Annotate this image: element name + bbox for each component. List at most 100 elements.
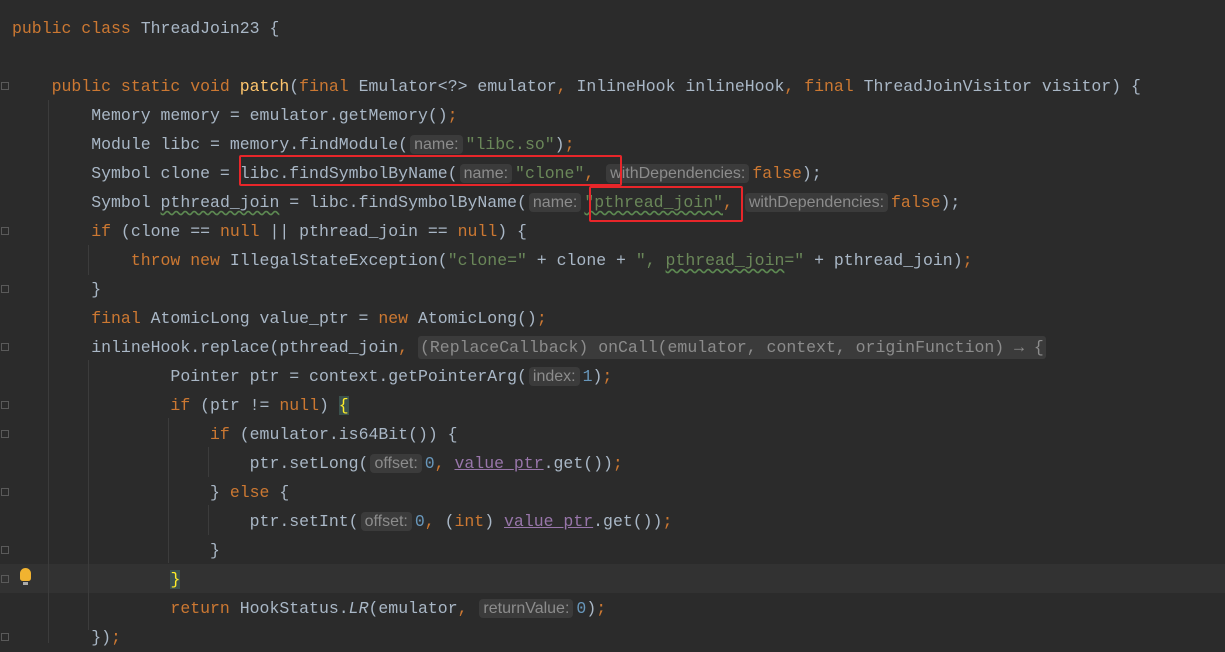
- highlight-box-clone: [239, 155, 622, 186]
- code-token: false: [752, 164, 802, 183]
- code-token: ;: [662, 512, 673, 531]
- code-token: ,: [434, 454, 455, 473]
- code-token: LR: [348, 599, 369, 618]
- code-line[interactable]: });: [12, 623, 121, 652]
- code-token: pthread_join: [160, 193, 280, 212]
- code-token: ;: [536, 309, 547, 328]
- code-token: (emulator.is64Bit()) {: [239, 425, 458, 444]
- code-token: (emulator: [368, 599, 458, 618]
- code-token: ): [318, 396, 339, 415]
- fold-marker-icon[interactable]: [1, 82, 9, 90]
- code-token: if: [12, 425, 240, 444]
- fold-marker-icon[interactable]: [1, 575, 9, 583]
- code-token: ;: [111, 628, 121, 647]
- code-token: 1: [582, 367, 593, 386]
- code-token: ): [592, 367, 603, 386]
- code-token: }): [12, 628, 112, 647]
- parameter-hint: name:: [528, 193, 582, 212]
- fold-marker-icon[interactable]: [1, 633, 9, 641]
- code-token: ,: [424, 512, 445, 531]
- code-line[interactable]: public class ThreadJoin23 {: [12, 14, 279, 43]
- code-token: }: [12, 483, 230, 502]
- code-token: ): [484, 512, 505, 531]
- code-token: }: [12, 280, 102, 299]
- code-token: .get()): [543, 454, 613, 473]
- code-line[interactable]: Pointer ptr = context.getPointerArg(inde…: [12, 362, 612, 391]
- code-token: false: [891, 193, 941, 212]
- code-token: InlineHook inlineHook: [576, 77, 785, 96]
- code-token: ;: [447, 106, 458, 125]
- code-line[interactable]: public static void patch(final Emulator<…: [12, 72, 1141, 101]
- code-token: ): [554, 135, 565, 154]
- code-token: null: [279, 396, 319, 415]
- code-token: = libc.findSymbolByName(: [279, 193, 527, 212]
- code-token: 0: [414, 512, 425, 531]
- code-token: ptr.setLong(: [12, 454, 369, 473]
- code-token: ,: [398, 338, 418, 357]
- code-token: Pointer ptr = context.getPointerArg(: [12, 367, 527, 386]
- code-line[interactable]: throw new IllegalStateException("clone="…: [12, 246, 973, 275]
- code-token: final: [12, 309, 151, 328]
- code-token: Module libc = memory.findModule(: [12, 135, 409, 154]
- code-token: {: [338, 396, 349, 415]
- code-token: {: [279, 483, 290, 502]
- code-token: Memory memory = emulator.getMemory(): [12, 106, 448, 125]
- code-token: int: [454, 512, 485, 531]
- code-line[interactable]: if (emulator.is64Bit()) {: [12, 420, 458, 449]
- code-token: public static void: [12, 77, 240, 96]
- code-token: (clone ==: [120, 222, 220, 241]
- fold-marker-icon[interactable]: [1, 285, 9, 293]
- code-line[interactable]: final AtomicLong value_ptr = new AtomicL…: [12, 304, 547, 333]
- code-token: (: [444, 512, 455, 531]
- parameter-hint: offset:: [360, 512, 412, 531]
- code-line[interactable]: ptr.setInt(offset: 0, (int) value_ptr.get…: [12, 507, 672, 536]
- code-line[interactable]: return HookStatus.LR(emulator, returnVal…: [12, 594, 606, 623]
- code-token: ;: [962, 251, 973, 270]
- current-line-highlight: [0, 564, 1225, 593]
- code-token: inlineHook.replace(pthread_join: [12, 338, 399, 357]
- parameter-hint: (ReplaceCallback) onCall(emulator, conte…: [417, 336, 1046, 359]
- code-line[interactable]: Memory memory = emulator.getMemory();: [12, 101, 458, 130]
- code-token: return: [12, 599, 240, 618]
- code-token: patch: [239, 77, 290, 96]
- code-editor[interactable]: public class ThreadJoin23 { public stati…: [0, 0, 1225, 647]
- code-token: if: [12, 222, 121, 241]
- code-token: ,: [784, 77, 805, 96]
- code-token: }: [170, 570, 181, 589]
- code-token: value_ptr: [504, 512, 594, 531]
- parameter-hint: offset:: [370, 454, 422, 473]
- code-line[interactable]: }: [12, 275, 101, 304]
- fold-marker-icon[interactable]: [1, 227, 9, 235]
- code-token: "clone=": [447, 251, 527, 270]
- code-token: null: [457, 222, 498, 241]
- code-line[interactable]: } else {: [12, 478, 289, 507]
- code-token: Emulator<?> emulator: [358, 77, 557, 96]
- parameter-hint: name:: [410, 135, 463, 154]
- parameter-hint: withDependencies:: [606, 164, 750, 183]
- code-token: ,: [457, 599, 478, 618]
- code-token: "libc.so": [465, 135, 555, 154]
- code-token: + pthread_join): [804, 251, 963, 270]
- fold-marker-icon[interactable]: [1, 546, 9, 554]
- code-token: ptr.setInt(: [12, 512, 359, 531]
- code-line[interactable]: inlineHook.replace(pthread_join, (Replac…: [12, 333, 1046, 362]
- fold-marker-icon[interactable]: [1, 401, 9, 409]
- code-line[interactable]: }: [12, 536, 220, 565]
- code-token: || pthread_join ==: [269, 222, 458, 241]
- code-line[interactable]: Symbol pthread_join = libc.findSymbolByN…: [12, 188, 960, 217]
- highlight-box-pthread-join: [589, 186, 743, 222]
- code-token: final: [299, 77, 359, 96]
- code-token: Symbol: [12, 193, 161, 212]
- fold-marker-icon[interactable]: [1, 343, 9, 351]
- code-line[interactable]: if (clone == null || pthread_join == nul…: [12, 217, 527, 246]
- code-line[interactable]: ptr.setLong(offset: 0, value_ptr.get());: [12, 449, 623, 478]
- code-token: ",: [635, 251, 666, 270]
- code-token: ;: [602, 367, 613, 386]
- code-token: pthread_join: [665, 251, 785, 270]
- code-line[interactable]: if (ptr != null) {: [12, 391, 349, 420]
- parameter-hint: returnValue:: [479, 599, 574, 618]
- fold-marker-icon[interactable]: [1, 430, 9, 438]
- code-line[interactable]: }: [12, 565, 181, 594]
- fold-marker-icon[interactable]: [1, 488, 9, 496]
- code-token: public class: [12, 19, 141, 38]
